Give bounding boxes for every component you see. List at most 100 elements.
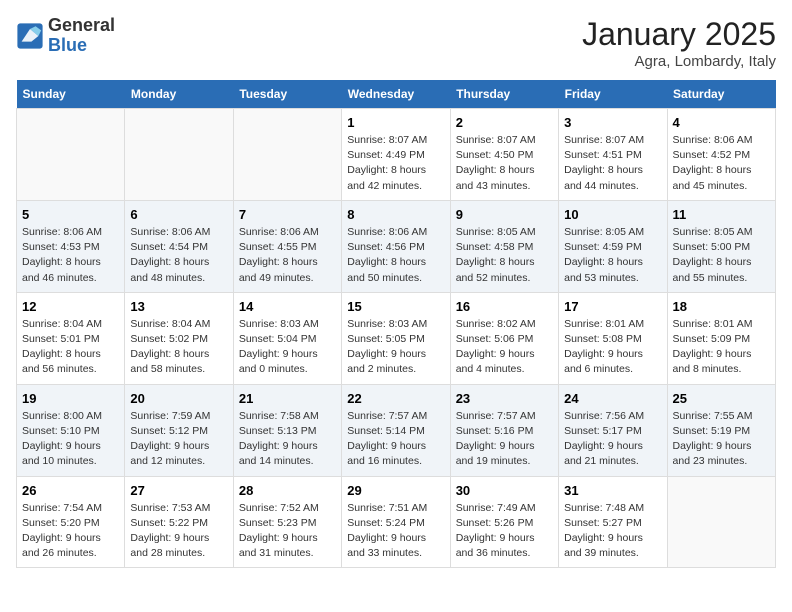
calendar-week-row: 19 Sunrise: 8:00 AMSunset: 5:10 PMDayligh… — [17, 384, 776, 476]
calendar-cell: 28 Sunrise: 7:52 AMSunset: 5:23 PMDayligh… — [233, 476, 341, 568]
calendar-week-row: 5 Sunrise: 8:06 AMSunset: 4:53 PMDaylight… — [17, 200, 776, 292]
day-number: 5 — [22, 207, 119, 222]
page-header: General Blue January 2025 Agra, Lombardy… — [16, 16, 776, 70]
calendar-week-row: 12 Sunrise: 8:04 AMSunset: 5:01 PMDayligh… — [17, 292, 776, 384]
calendar-cell: 27 Sunrise: 7:53 AMSunset: 5:22 PMDayligh… — [125, 476, 233, 568]
day-number: 23 — [456, 391, 553, 406]
day-info: Sunrise: 7:53 AMSunset: 5:22 PMDaylight:… — [130, 501, 227, 562]
calendar-cell: 13 Sunrise: 8:04 AMSunset: 5:02 PMDayligh… — [125, 292, 233, 384]
day-number: 19 — [22, 391, 119, 406]
calendar-cell: 19 Sunrise: 8:00 AMSunset: 5:10 PMDayligh… — [17, 384, 125, 476]
calendar-cell: 7 Sunrise: 8:06 AMSunset: 4:55 PMDaylight… — [233, 200, 341, 292]
day-info: Sunrise: 8:06 AMSunset: 4:53 PMDaylight:… — [22, 225, 119, 286]
calendar-cell: 30Sunrise: 7:49 AMSunset: 5:26 PMDayligh… — [450, 476, 558, 568]
day-info: Sunrise: 7:56 AMSunset: 5:17 PMDaylight:… — [564, 409, 661, 470]
day-info: Sunrise: 8:03 AMSunset: 5:05 PMDaylight:… — [347, 317, 444, 378]
day-number: 13 — [130, 299, 227, 314]
weekday-header-tuesday: Tuesday — [233, 80, 341, 109]
day-info: Sunrise: 8:04 AMSunset: 5:01 PMDaylight:… — [22, 317, 119, 378]
day-number: 20 — [130, 391, 227, 406]
day-number: 25 — [673, 391, 770, 406]
calendar-cell: 20Sunrise: 7:59 AMSunset: 5:12 PMDayligh… — [125, 384, 233, 476]
calendar-cell: 4Sunrise: 8:06 AMSunset: 4:52 PMDaylight… — [667, 109, 775, 201]
day-info: Sunrise: 8:04 AMSunset: 5:02 PMDaylight:… — [130, 317, 227, 378]
day-info: Sunrise: 8:06 AMSunset: 4:54 PMDaylight:… — [130, 225, 227, 286]
weekday-header-row: SundayMondayTuesdayWednesdayThursdayFrid… — [17, 80, 776, 109]
weekday-header-monday: Monday — [125, 80, 233, 109]
day-number: 18 — [673, 299, 770, 314]
calendar-cell: 15 Sunrise: 8:03 AMSunset: 5:05 PMDayligh… — [342, 292, 450, 384]
calendar-cell — [667, 476, 775, 568]
day-info: Sunrise: 8:00 AMSunset: 5:10 PMDaylight:… — [22, 409, 119, 470]
day-number: 6 — [130, 207, 227, 222]
day-info: Sunrise: 7:57 AMSunset: 5:16 PMDaylight:… — [456, 409, 553, 470]
day-number: 21 — [239, 391, 336, 406]
day-info: Sunrise: 7:58 AMSunset: 5:13 PMDaylight:… — [239, 409, 336, 470]
day-info: Sunrise: 8:05 AMSunset: 4:59 PMDaylight:… — [564, 225, 661, 286]
logo-blue-text: Blue — [48, 36, 115, 56]
calendar-cell — [125, 109, 233, 201]
day-number: 9 — [456, 207, 553, 222]
day-info: Sunrise: 8:06 AMSunset: 4:52 PMDaylight:… — [673, 133, 770, 194]
calendar-cell: 11Sunrise: 8:05 AMSunset: 5:00 PMDayligh… — [667, 200, 775, 292]
day-number: 10 — [564, 207, 661, 222]
logo-general-text: General — [48, 16, 115, 36]
day-info: Sunrise: 7:52 AMSunset: 5:23 PMDaylight:… — [239, 501, 336, 562]
day-number: 8 — [347, 207, 444, 222]
calendar-week-row: 26Sunrise: 7:54 AMSunset: 5:20 PMDayligh… — [17, 476, 776, 568]
day-info: Sunrise: 8:06 AMSunset: 4:55 PMDaylight:… — [239, 225, 336, 286]
calendar-week-row: 1 Sunrise: 8:07 AMSunset: 4:49 PMDaylight… — [17, 109, 776, 201]
calendar-cell: 31Sunrise: 7:48 AMSunset: 5:27 PMDayligh… — [559, 476, 667, 568]
calendar-cell — [17, 109, 125, 201]
day-number: 15 — [347, 299, 444, 314]
calendar-cell: 23 Sunrise: 7:57 AMSunset: 5:16 PMDayligh… — [450, 384, 558, 476]
day-number: 1 — [347, 115, 444, 130]
calendar-cell — [233, 109, 341, 201]
day-number: 16 — [456, 299, 553, 314]
calendar-cell: 2 Sunrise: 8:07 AMSunset: 4:50 PMDaylight… — [450, 109, 558, 201]
weekday-header-thursday: Thursday — [450, 80, 558, 109]
day-number: 29 — [347, 483, 444, 498]
day-info: Sunrise: 7:51 AMSunset: 5:24 PMDaylight:… — [347, 501, 444, 562]
title-block: January 2025 Agra, Lombardy, Italy — [582, 16, 776, 70]
day-info: Sunrise: 8:05 AMSunset: 5:00 PMDaylight:… — [673, 225, 770, 286]
day-info: Sunrise: 8:07 AMSunset: 4:50 PMDaylight:… — [456, 133, 553, 194]
weekday-header-saturday: Saturday — [667, 80, 775, 109]
weekday-header-sunday: Sunday — [17, 80, 125, 109]
calendar-cell: 26Sunrise: 7:54 AMSunset: 5:20 PMDayligh… — [17, 476, 125, 568]
calendar-cell: 16 Sunrise: 8:02 AMSunset: 5:06 PMDayligh… — [450, 292, 558, 384]
day-info: Sunrise: 7:57 AMSunset: 5:14 PMDaylight:… — [347, 409, 444, 470]
day-number: 17 — [564, 299, 661, 314]
day-info: Sunrise: 8:06 AMSunset: 4:56 PMDaylight:… — [347, 225, 444, 286]
calendar-cell: 5 Sunrise: 8:06 AMSunset: 4:53 PMDaylight… — [17, 200, 125, 292]
day-number: 24 — [564, 391, 661, 406]
day-info: Sunrise: 7:54 AMSunset: 5:20 PMDaylight:… — [22, 501, 119, 562]
day-number: 27 — [130, 483, 227, 498]
day-number: 12 — [22, 299, 119, 314]
day-number: 7 — [239, 207, 336, 222]
day-info: Sunrise: 8:03 AMSunset: 5:04 PMDaylight:… — [239, 317, 336, 378]
day-number: 30 — [456, 483, 553, 498]
calendar-cell: 21 Sunrise: 7:58 AMSunset: 5:13 PMDayligh… — [233, 384, 341, 476]
day-number: 31 — [564, 483, 661, 498]
logo: General Blue — [16, 16, 115, 56]
day-number: 2 — [456, 115, 553, 130]
calendar-cell: 12 Sunrise: 8:04 AMSunset: 5:01 PMDayligh… — [17, 292, 125, 384]
day-info: Sunrise: 8:01 AMSunset: 5:09 PMDaylight:… — [673, 317, 770, 378]
page-subtitle: Agra, Lombardy, Italy — [582, 53, 776, 70]
calendar-cell: 22Sunrise: 7:57 AMSunset: 5:14 PMDayligh… — [342, 384, 450, 476]
calendar-cell: 3Sunrise: 8:07 AMSunset: 4:51 PMDaylight… — [559, 109, 667, 201]
calendar-cell: 25Sunrise: 7:55 AMSunset: 5:19 PMDayligh… — [667, 384, 775, 476]
day-info: Sunrise: 8:01 AMSunset: 5:08 PMDaylight:… — [564, 317, 661, 378]
calendar-cell: 1 Sunrise: 8:07 AMSunset: 4:49 PMDaylight… — [342, 109, 450, 201]
calendar-cell: 14 Sunrise: 8:03 AMSunset: 5:04 PMDayligh… — [233, 292, 341, 384]
day-number: 28 — [239, 483, 336, 498]
weekday-header-wednesday: Wednesday — [342, 80, 450, 109]
weekday-header-friday: Friday — [559, 80, 667, 109]
calendar-cell: 10 Sunrise: 8:05 AMSunset: 4:59 PMDayligh… — [559, 200, 667, 292]
day-info: Sunrise: 8:07 AMSunset: 4:49 PMDaylight:… — [347, 133, 444, 194]
day-number: 3 — [564, 115, 661, 130]
calendar-cell: 29 Sunrise: 7:51 AMSunset: 5:24 PMDayligh… — [342, 476, 450, 568]
day-number: 14 — [239, 299, 336, 314]
day-info: Sunrise: 8:02 AMSunset: 5:06 PMDaylight:… — [456, 317, 553, 378]
